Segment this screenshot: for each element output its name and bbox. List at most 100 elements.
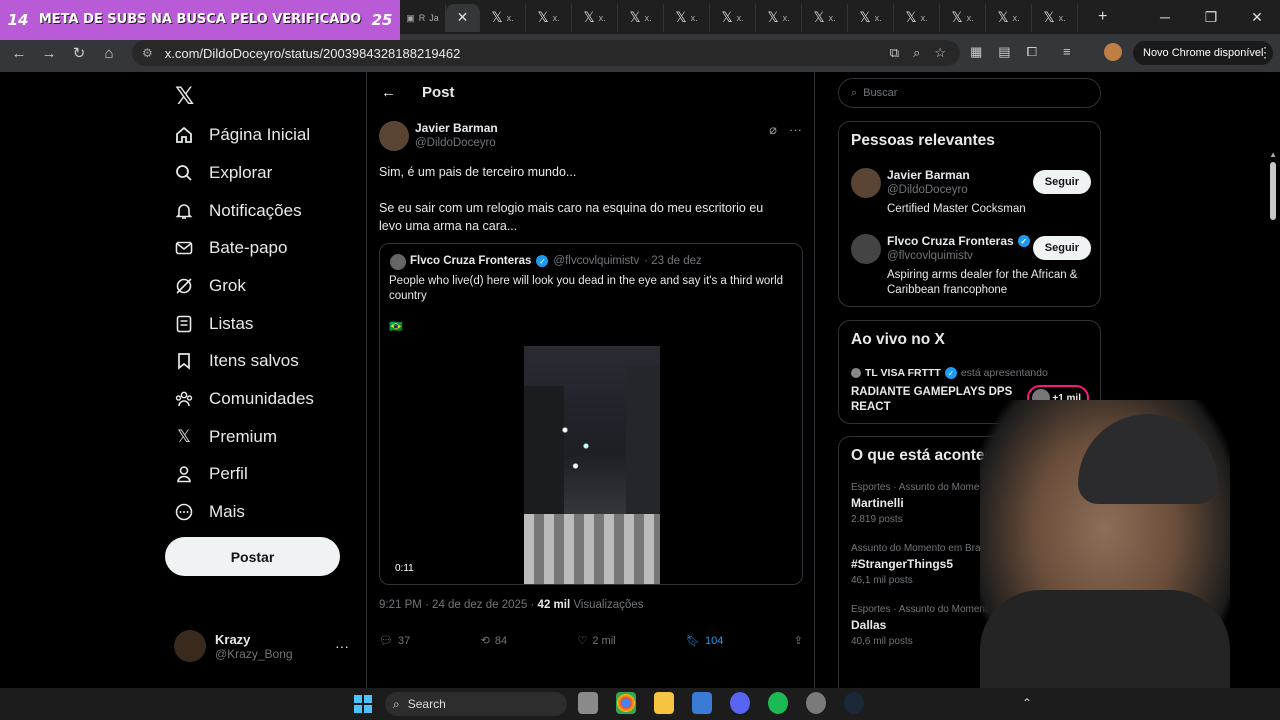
live-title[interactable]: RADIANTE GAMEPLAYS DPS REACT	[851, 385, 1021, 415]
tab-3[interactable]: 𝕏x.	[480, 4, 526, 32]
tab-12[interactable]: 𝕏x.	[894, 4, 940, 32]
site-info-icon[interactable]: ⚙	[142, 46, 153, 60]
search-input[interactable]: ⌕ Buscar	[838, 78, 1101, 108]
install-icon[interactable]: ⧉	[890, 45, 899, 61]
extension-icon[interactable]: ▦	[970, 44, 982, 60]
media-icon[interactable]: ≡	[1063, 44, 1071, 60]
tab-4[interactable]: 𝕏x.	[526, 4, 572, 32]
tab-1[interactable]: ▣ R Ja	[400, 4, 446, 32]
tab-7[interactable]: 𝕏x.	[664, 4, 710, 32]
scroll-up-icon[interactable]: ▲	[1269, 150, 1277, 159]
file-explorer-icon[interactable]	[654, 692, 674, 714]
trend-item[interactable]: Esportes · Assunto do Momento Dallas 40,…	[851, 604, 1091, 647]
quoted-post[interactable]: Flvco Cruza Fronteras ✓ @flvcovlquimistv…	[379, 243, 803, 585]
tab-5[interactable]: 𝕏x.	[572, 4, 618, 32]
account-switcher[interactable]: Krazy @Krazy_Bong ···	[174, 630, 354, 662]
discord-icon[interactable]	[730, 692, 750, 714]
home-browser-icon[interactable]: ⌂	[94, 45, 124, 62]
twitch-icon: ▣	[406, 12, 415, 23]
new-tab-button[interactable]: +	[1098, 8, 1107, 26]
nav-item-chat[interactable]: Bate-papo	[175, 238, 287, 258]
nav-item-home[interactable]: Página Inicial	[175, 125, 310, 145]
person-name: Flvco Cruza Fronteras	[887, 234, 1014, 248]
nav-item-explore[interactable]: Explorar	[175, 163, 272, 183]
close-icon[interactable]: ✕	[457, 10, 469, 26]
nav-item-grok[interactable]: Grok	[175, 276, 246, 296]
scrollbar-thumb[interactable]	[1270, 162, 1276, 220]
nav-item-lists[interactable]: Listas	[175, 314, 253, 334]
tab-9[interactable]: 𝕏x.	[756, 4, 802, 32]
like-button[interactable]: ♡ 2 mil	[578, 634, 616, 648]
home-icon	[175, 126, 193, 144]
follow-button[interactable]: Seguir	[1032, 170, 1091, 194]
profile-avatar[interactable]	[1104, 43, 1122, 61]
trend-item[interactable]: Assunto do Momento em Brasil #StrangerTh…	[851, 543, 1091, 586]
follow-button[interactable]: Seguir	[1032, 236, 1091, 260]
reload-icon[interactable]: ↻	[64, 44, 94, 62]
share-icon: ⇪	[793, 635, 803, 647]
trend-item[interactable]: Esportes · Assunto do Momento Martinelli…	[851, 482, 1091, 525]
nav-item-premium[interactable]: 𝕏 Premium	[175, 427, 277, 447]
bookmark-filled-icon: 🔖︎	[686, 635, 700, 647]
tab-active[interactable]: ✕	[446, 4, 480, 32]
taskbar-search[interactable]: ⌕ Search	[385, 692, 567, 716]
live-viewers-badge[interactable]: +1 mil	[1027, 385, 1089, 411]
tray-chevron-icon[interactable]: ⌃	[1022, 696, 1032, 710]
more-icon[interactable]: ···	[789, 122, 802, 138]
nav-item-more[interactable]: Mais	[175, 502, 245, 522]
puzzle-icon[interactable]: ⧠	[1027, 44, 1037, 60]
nav-label: Mais	[209, 502, 245, 521]
x-logo-icon[interactable]: 𝕏	[175, 82, 194, 110]
reply-button[interactable]: 💬︎ 37	[379, 634, 410, 648]
tab-11[interactable]: 𝕏x.	[848, 4, 894, 32]
forward-icon[interactable]: →	[34, 45, 64, 62]
live-host[interactable]: TL VISA FRTTT ✓ está apresentando	[851, 367, 1048, 379]
tab-14[interactable]: 𝕏x.	[986, 4, 1032, 32]
back-arrow-icon[interactable]: ←	[381, 84, 396, 101]
author-name[interactable]: Javier Barman	[415, 121, 498, 135]
task-view-icon[interactable]	[578, 692, 598, 714]
nav-item-notifications[interactable]: Notificações	[175, 201, 302, 221]
steam-icon[interactable]	[844, 692, 864, 714]
spotify-icon[interactable]	[768, 692, 788, 714]
more-icon[interactable]: ···	[1071, 543, 1083, 557]
windows-start-icon[interactable]	[354, 695, 372, 713]
repost-button[interactable]: ⟲ 84	[481, 634, 507, 648]
close-window-icon[interactable]: ✕	[1234, 0, 1280, 34]
bookmark-button[interactable]: 🔖︎ 104	[686, 634, 723, 648]
address-bar[interactable]: ⚙ x.com/DildoDoceyro/status/200398432818…	[132, 40, 960, 66]
post-button[interactable]: Postar	[165, 537, 340, 576]
tab-6[interactable]: 𝕏x.	[618, 4, 664, 32]
person-row[interactable]: Flvco Cruza Fronteras ✓ @flvcovlquimistv …	[851, 234, 1091, 298]
extensions-area: ▦ ▤ ⧠ ≡	[970, 44, 1071, 60]
settings-icon[interactable]	[806, 692, 826, 714]
grok-icon[interactable]: ⌀	[769, 122, 777, 138]
tab-15[interactable]: 𝕏x.	[1032, 4, 1078, 32]
menu-icon[interactable]: ⋮	[1258, 44, 1272, 61]
tab-10[interactable]: 𝕏x.	[802, 4, 848, 32]
more-icon[interactable]: ···	[335, 638, 349, 654]
minimize-icon[interactable]: ─	[1142, 0, 1188, 34]
star-icon[interactable]: ☆	[934, 45, 946, 61]
update-chrome-button[interactable]: Novo Chrome disponível	[1133, 41, 1274, 65]
extension-icon[interactable]: ▤	[998, 44, 1010, 60]
quoted-author-handle: @flvcovlquimistv	[553, 255, 640, 267]
nav-label: Comunidades	[209, 389, 314, 408]
author-handle[interactable]: @DildoDoceyro	[415, 137, 496, 149]
nav-item-profile[interactable]: Perfil	[175, 464, 248, 484]
store-icon[interactable]	[692, 692, 712, 714]
tab-13[interactable]: 𝕏x.	[940, 4, 986, 32]
chrome-icon[interactable]	[616, 692, 636, 714]
share-button[interactable]: ⇪	[794, 634, 803, 647]
goal-count-right: 25	[371, 11, 393, 29]
back-icon[interactable]: ←	[4, 45, 34, 62]
person-row[interactable]: Javier Barman @DildoDoceyro Certified Ma…	[851, 168, 1091, 218]
video-player[interactable]	[524, 346, 660, 584]
avatar[interactable]	[379, 121, 409, 151]
nav-item-bookmarks[interactable]: Itens salvos	[175, 351, 299, 371]
zoom-icon[interactable]: ⌕	[913, 45, 920, 61]
maximize-icon[interactable]: ❐	[1188, 0, 1234, 34]
nav-item-communities[interactable]: Comunidades	[175, 389, 314, 409]
post-timestamp[interactable]: 9:21 PM · 24 de dez de 2025 ·	[379, 599, 538, 611]
tab-8[interactable]: 𝕏x.	[710, 4, 756, 32]
